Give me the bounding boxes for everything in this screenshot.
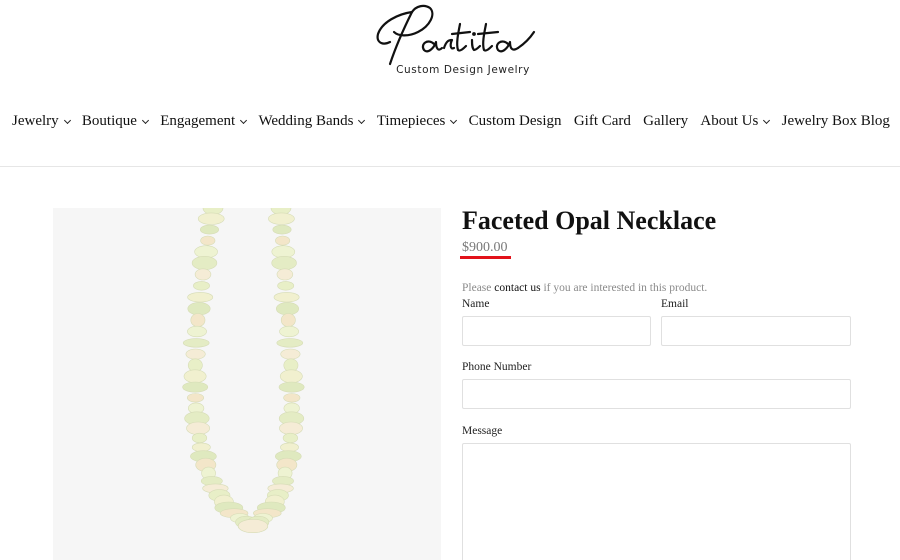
opal-bead — [191, 255, 218, 270]
nav-item-boutique[interactable]: Boutique — [81, 110, 149, 132]
opal-bead — [182, 338, 210, 348]
nav-item-gallery[interactable]: Gallery — [643, 110, 688, 132]
inquiry-note-suffix: if you are interested in this product. — [543, 282, 708, 294]
nav-item-label: Timepieces — [376, 112, 446, 129]
chevron-down-icon — [763, 116, 771, 124]
site-logo[interactable]: Custom Design Jewelry — [0, 0, 900, 90]
opal-bead — [278, 381, 305, 393]
header-divider — [0, 166, 900, 167]
phone-label: Phone Number — [462, 361, 532, 373]
nav-item-label: Jewelry Box Blog — [781, 112, 890, 129]
opal-bead — [273, 292, 300, 303]
opal-bead — [279, 369, 303, 384]
opal-bead — [268, 212, 295, 225]
opal-bead — [187, 302, 211, 316]
opal-bead — [276, 338, 304, 348]
inquiry-note-prefix: Please — [462, 282, 492, 294]
opal-bead — [279, 325, 300, 338]
nav-item-label: Jewelry — [12, 112, 59, 129]
product-price: $900.00 — [462, 240, 508, 255]
opal-bead — [276, 268, 294, 281]
nav-item-about-us[interactable]: About Us — [700, 110, 771, 132]
opal-bead — [271, 255, 297, 270]
opal-bead — [182, 381, 209, 393]
opal-bead — [193, 281, 210, 291]
opal-bead — [280, 313, 296, 327]
opal-bead — [183, 369, 207, 384]
nav-item-wedding-bands[interactable]: Wedding Bands — [258, 110, 366, 132]
opal-bead — [191, 442, 211, 453]
opal-bead — [237, 518, 269, 533]
nav-item-label: Wedding Bands — [258, 112, 354, 129]
nav-item-jewelry-box-blog[interactable]: Jewelry Box Blog — [782, 110, 890, 132]
opal-bead — [197, 212, 225, 225]
chevron-down-icon — [63, 116, 71, 124]
opal-bead — [272, 224, 292, 235]
nav-item-timepieces[interactable]: Timepieces — [376, 110, 458, 132]
opal-bead — [187, 393, 205, 403]
opal-bead — [187, 325, 207, 338]
nav-item-gift-card[interactable]: Gift Card — [574, 110, 631, 132]
opal-bead — [275, 235, 291, 246]
email-input[interactable] — [661, 316, 851, 346]
chevron-down-icon — [450, 116, 458, 124]
nav-item-label: Custom Design — [468, 112, 562, 129]
opal-bead — [187, 292, 214, 303]
nav-item-custom-design[interactable]: Custom Design — [469, 110, 562, 132]
opal-bead — [280, 348, 301, 360]
opal-bead — [282, 432, 298, 444]
product-title: Faceted Opal Necklace — [462, 206, 717, 235]
nav-item-label: Engagement — [160, 112, 236, 129]
opal-bead — [277, 281, 295, 291]
opal-bead — [283, 393, 301, 403]
main-nav: Jewelry Boutique Engagement Wedding Bands Ti… — [0, 110, 900, 132]
name-input[interactable] — [462, 316, 651, 346]
message-label: Message — [462, 425, 503, 437]
opal-bead — [279, 421, 303, 435]
chevron-down-icon — [141, 116, 149, 124]
chevron-down-icon — [358, 116, 366, 124]
message-textarea[interactable] — [462, 443, 851, 560]
inquiry-note: Please contact us if you are interested … — [462, 282, 707, 294]
nav-item-engagement[interactable]: Engagement — [160, 110, 248, 132]
opal-bead — [185, 348, 206, 360]
opal-bead — [276, 302, 300, 316]
name-label: Name — [462, 298, 490, 310]
product-image[interactable] — [53, 208, 441, 560]
opal-bead — [200, 224, 220, 235]
nav-item-label: Boutique — [81, 112, 137, 129]
opal-bead — [191, 432, 208, 444]
phone-input[interactable] — [462, 379, 851, 409]
email-label: Email — [661, 298, 689, 310]
opal-bead — [186, 421, 211, 435]
partita-script-logo — [376, 4, 536, 66]
contact-us-link[interactable]: contact us — [494, 282, 540, 294]
opal-bead — [200, 235, 216, 246]
nav-item-label: Gift Card — [573, 112, 631, 129]
logo-tagline: Custom Design Jewelry — [396, 64, 530, 76]
opal-bead — [280, 442, 299, 453]
nav-item-label: About Us — [700, 112, 759, 129]
opal-bead — [190, 313, 206, 327]
chevron-down-icon — [240, 116, 248, 124]
price-underline — [460, 256, 511, 259]
opal-necklace-image — [182, 208, 305, 533]
nav-item-label: Gallery — [643, 112, 689, 129]
opal-bead — [194, 268, 212, 281]
nav-item-jewelry[interactable]: Jewelry — [12, 110, 71, 132]
